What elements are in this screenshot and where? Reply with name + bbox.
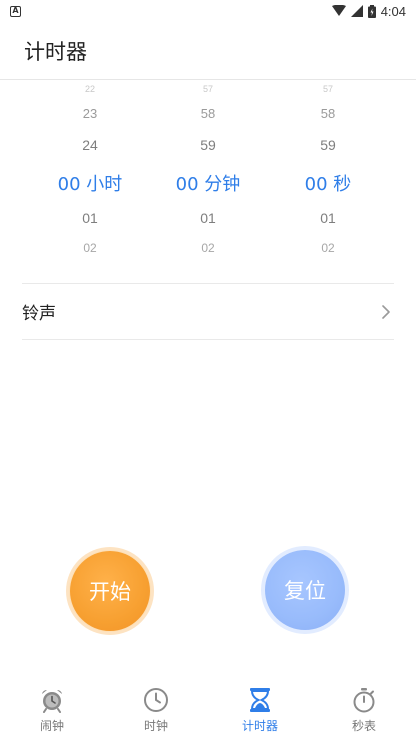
page-title: 计时器: [24, 39, 87, 64]
alarm-clock-icon: [39, 687, 65, 713]
app-bar: 计时器: [0, 22, 416, 80]
tab-timer[interactable]: 计时器: [208, 680, 312, 740]
ringtone-row[interactable]: 铃声: [22, 283, 394, 340]
signal-icon: [350, 5, 363, 17]
picker-value: 01: [200, 210, 216, 226]
bottom-tab-bar: 闹钟 时钟 计时器 秒表: [0, 680, 416, 740]
notification-icon: A: [10, 5, 21, 17]
tab-alarm[interactable]: 闹钟: [0, 680, 104, 740]
minutes-wheel[interactable]: 57 58 59 00 分钟 01 02: [148, 80, 268, 265]
picker-value: 02: [321, 241, 335, 255]
picker-value: 24: [82, 137, 98, 153]
picker-value: 02: [201, 241, 215, 255]
picker-value: 01: [82, 210, 98, 226]
clock-icon: [143, 687, 169, 713]
hours-wheel[interactable]: 22 23 24 00 小时 01 02: [30, 80, 150, 265]
picker-value: 57: [202, 84, 213, 94]
hourglass-icon: [247, 687, 273, 713]
status-bar: A 4:04: [0, 0, 416, 22]
time-picker: 22 23 24 00 小时 01 02 57 58 59 00 分钟 01 0…: [0, 80, 416, 265]
picker-value: 58: [200, 106, 216, 121]
seconds-wheel[interactable]: 57 58 59 00 秒 01 02: [268, 80, 388, 265]
chevron-right-icon: [378, 304, 394, 320]
picker-value: 02: [83, 241, 97, 255]
picker-value: 58: [320, 106, 336, 121]
selected-seconds: 00 秒: [304, 174, 352, 195]
picker-value: 59: [320, 137, 336, 153]
status-time: 4:04: [380, 3, 406, 19]
tab-stopwatch[interactable]: 秒表: [312, 680, 416, 740]
selected-minutes: 00 分钟: [175, 174, 241, 195]
selected-hours: 00 小时: [57, 174, 123, 195]
tab-label: 闹钟: [39, 719, 64, 733]
picker-value: 59: [200, 137, 216, 153]
picker-value: 57: [322, 84, 333, 94]
stopwatch-icon: [351, 687, 377, 713]
picker-value: 23: [82, 106, 98, 121]
tab-label: 秒表: [351, 719, 376, 733]
picker-value: 22: [84, 84, 95, 94]
tab-label: 计时器: [241, 719, 278, 733]
wifi-icon: [331, 5, 346, 16]
tab-label: 时钟: [143, 719, 168, 733]
start-button[interactable]: 开始: [70, 551, 150, 631]
ringtone-label: 铃声: [22, 304, 56, 324]
reset-button[interactable]: 复位: [265, 550, 345, 630]
tab-clock[interactable]: 时钟: [104, 680, 208, 740]
battery-icon: [367, 4, 376, 18]
picker-value: 01: [320, 210, 336, 226]
